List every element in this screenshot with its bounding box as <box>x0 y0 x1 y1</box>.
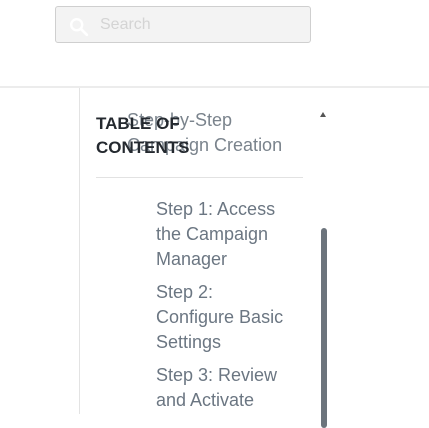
toc-item-step-1[interactable]: Step 1: Access the Campaign Manager <box>156 197 296 272</box>
search-input[interactable] <box>100 7 300 42</box>
search-box[interactable] <box>55 6 311 43</box>
toc-divider <box>96 177 303 178</box>
toc-item-step-2[interactable]: Step 2: Configure Basic Settings <box>156 280 296 355</box>
header-divider <box>0 86 429 88</box>
toc-title: TABLE OF CONTENTS <box>96 114 190 157</box>
toc-item-step-3[interactable]: Step 3: Review and Activate <box>156 363 296 413</box>
content-divider <box>79 88 80 414</box>
scroll-up-arrow-icon[interactable] <box>320 112 326 117</box>
scrollbar-thumb[interactable] <box>321 228 327 428</box>
